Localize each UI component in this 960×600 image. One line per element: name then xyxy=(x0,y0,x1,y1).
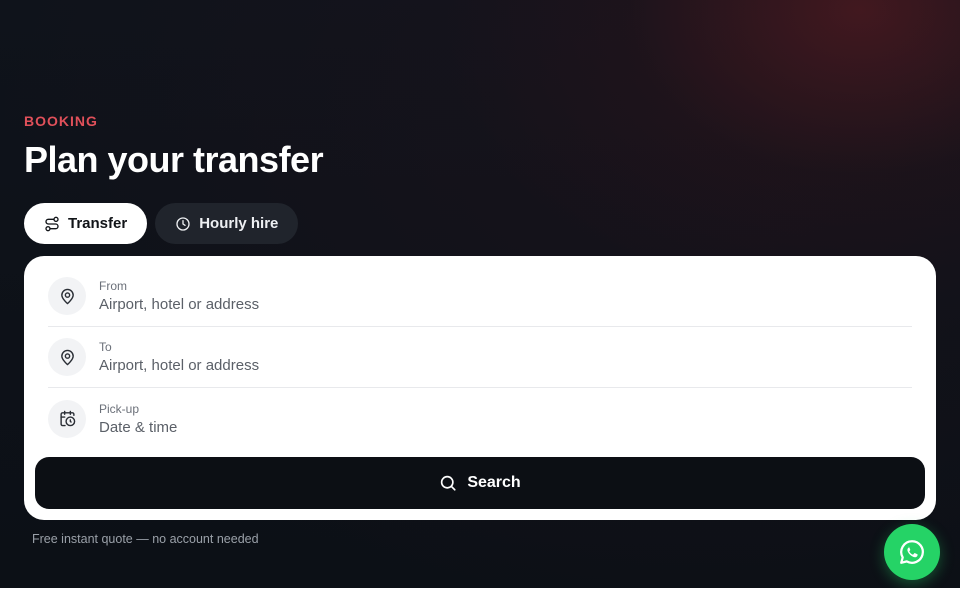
whatsapp-button[interactable] xyxy=(884,524,940,580)
pickup-icon-badge xyxy=(48,399,86,438)
from-field[interactable]: From xyxy=(48,266,912,327)
whatsapp-icon xyxy=(900,540,924,564)
to-field[interactable]: To xyxy=(48,327,912,388)
tab-transfer-label: Transfer xyxy=(68,215,128,232)
calendar-clock-icon xyxy=(59,410,75,427)
pickup-input[interactable] xyxy=(99,418,859,436)
page-title: Plan your transfer xyxy=(24,139,324,180)
tab-transfer[interactable]: Transfer xyxy=(24,203,148,244)
pickup-field[interactable]: Pick-up xyxy=(48,388,912,449)
booking-type-tabs: Transfer Hourly hire xyxy=(24,203,299,244)
route-icon xyxy=(45,216,59,231)
clock-icon xyxy=(176,216,190,231)
from-label: From xyxy=(99,279,127,293)
from-input[interactable] xyxy=(99,296,859,313)
tab-hourly-hire[interactable]: Hourly hire xyxy=(155,203,299,244)
page-bottom-edge xyxy=(0,588,960,600)
quote-note: Free instant quote — no account needed xyxy=(32,532,259,546)
tab-hourly-hire-label: Hourly hire xyxy=(199,215,279,232)
to-label: To xyxy=(99,340,112,354)
map-pin-icon xyxy=(60,288,74,304)
from-icon-badge xyxy=(48,277,86,315)
pickup-label: Pick-up xyxy=(99,401,140,416)
search-icon xyxy=(441,475,456,491)
to-input[interactable] xyxy=(99,357,859,374)
to-icon-badge xyxy=(48,338,86,376)
search-button[interactable]: Search xyxy=(35,457,925,509)
search-button-label: Search xyxy=(467,474,521,491)
booking-form-card: From To Pick-up xyxy=(24,256,936,520)
map-pin-icon xyxy=(60,349,74,365)
section-kicker: BOOKING xyxy=(24,113,98,129)
